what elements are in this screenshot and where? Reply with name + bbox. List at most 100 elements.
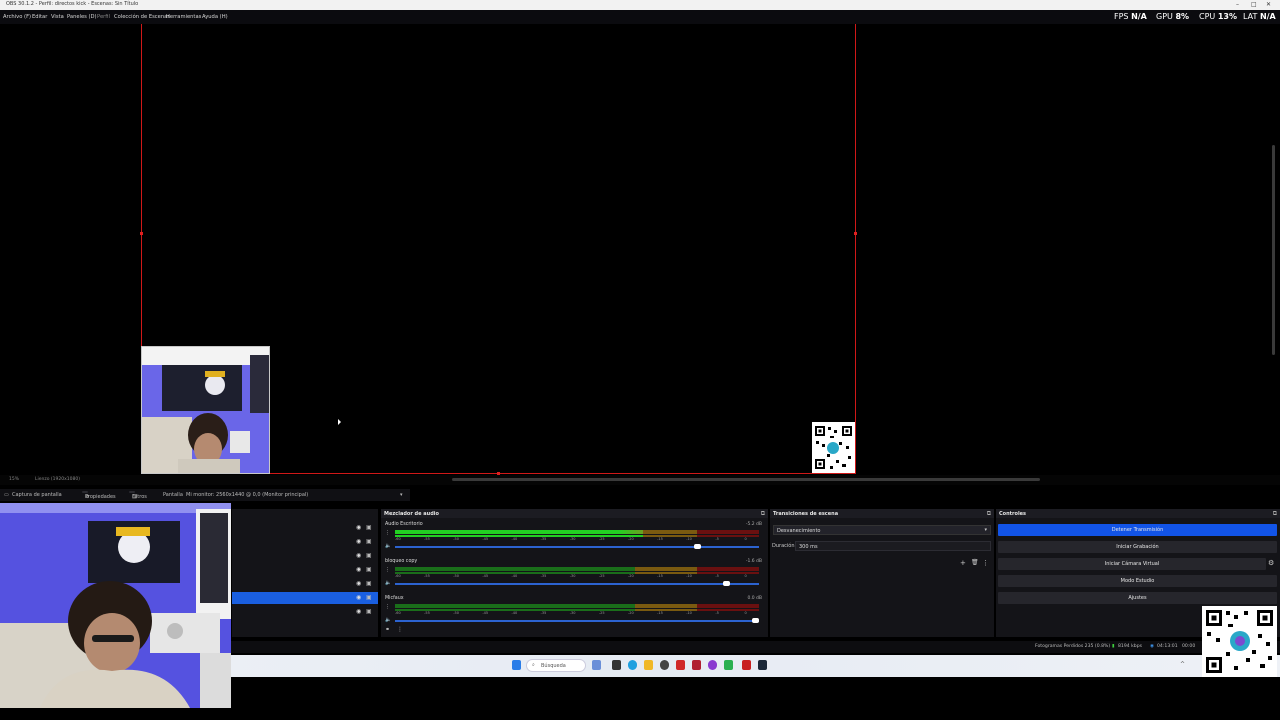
link-icon[interactable]: ⚭: [385, 626, 390, 633]
lock-icon[interactable]: ▣: [366, 566, 372, 573]
stop-streaming-button[interactable]: Detener Transmisión: [998, 524, 1277, 536]
mouse-cursor: [338, 419, 341, 425]
source-row[interactable]: ◉ ▣: [232, 564, 378, 576]
meter-tick-label: -55: [424, 611, 430, 615]
meter-tick-label: -60: [395, 537, 401, 541]
volume-slider[interactable]: [395, 618, 759, 623]
lock-icon[interactable]: ▣: [366, 524, 372, 531]
fps-stat: FPS N/A: [1114, 12, 1147, 21]
meter-tick-label: -45: [482, 537, 489, 541]
menu-ayuda[interactable]: Ayuda (H): [202, 14, 228, 20]
volume-slider-knob[interactable]: [693, 544, 701, 549]
speaker-icon[interactable]: 🔈: [385, 580, 391, 586]
lock-icon[interactable]: ▣: [366, 552, 372, 559]
lock-icon[interactable]: ▣: [366, 580, 372, 587]
properties-button[interactable]: ⚙ Propiedades: [82, 491, 116, 500]
resize-handle[interactable]: [854, 232, 857, 235]
source-row[interactable]: ◉ ▣: [232, 522, 378, 534]
studio-mode-button[interactable]: Modo Estudio: [998, 575, 1277, 587]
taskbar-search[interactable]: ⌕ Búsqueda: [526, 659, 586, 672]
eye-icon[interactable]: ◉: [356, 594, 361, 601]
source-row[interactable]: ◉ ▣: [232, 578, 378, 590]
kebab-menu-icon[interactable]: ⋮: [385, 604, 390, 610]
horizontal-scrollbar[interactable]: [452, 478, 1040, 481]
start-recording-button[interactable]: Iniciar Grabación: [998, 541, 1277, 553]
display-select[interactable]: Mi monitor: 2560x1440 @ 0,0 (Monitor pri…: [186, 492, 308, 498]
source-row[interactable]: ◉ ▣: [232, 536, 378, 548]
volume-slider[interactable]: [395, 581, 759, 586]
meter-scale: -60 -55 -50 -45 -40 -35 -30 -25 -20 -15 -10 -5 0: [395, 574, 759, 579]
source-row-selected[interactable]: ◉ ▣: [232, 592, 378, 604]
maximize-icon[interactable]: □: [1251, 1, 1257, 8]
menu-vista[interactable]: Vista: [51, 14, 64, 20]
zoom-fit[interactable]: Lienzo (1920x1080): [35, 477, 80, 482]
minimize-icon[interactable]: –: [1236, 1, 1239, 8]
vertical-scrollbar[interactable]: [1272, 145, 1275, 355]
menu-paneles[interactable]: Paneles (D): [67, 14, 97, 20]
app-icon[interactable]: [742, 660, 751, 670]
kebab-menu-icon[interactable]: ⋮: [982, 559, 989, 567]
menu-archivo[interactable]: Archivo (F): [3, 14, 31, 20]
app-icon[interactable]: [724, 660, 733, 670]
source-row[interactable]: ◉ ▣: [232, 550, 378, 562]
window-title: OBS 30.1.2 - Perfil: directos kick - Esc…: [6, 1, 139, 7]
meter-tick-label: -60: [395, 611, 401, 615]
add-icon[interactable]: +: [960, 559, 966, 567]
speaker-icon[interactable]: 🔈: [385, 543, 391, 549]
volume-slider-knob[interactable]: [752, 618, 759, 623]
dock-undock-icon[interactable]: ⧉: [987, 510, 991, 518]
volume-slider-knob[interactable]: [722, 581, 730, 586]
obs-icon[interactable]: [660, 660, 669, 670]
webcam-source-preview[interactable]: [141, 346, 270, 474]
gpu-stat: GPU 8%: [1156, 12, 1189, 21]
meter-tick-label: -20: [627, 574, 634, 578]
trash-icon[interactable]: 🗑: [971, 559, 979, 566]
lock-icon[interactable]: ▣: [366, 538, 372, 545]
transition-select[interactable]: Desvanecimiento ▾: [773, 525, 991, 535]
menu-herramientas[interactable]: Herramientas: [166, 14, 201, 20]
menu-perfil[interactable]: Perfil: [97, 14, 110, 20]
menu-editar[interactable]: Editar: [32, 14, 47, 20]
properties-label: Propiedades: [85, 494, 116, 500]
lock-icon[interactable]: ▣: [366, 594, 372, 601]
speaker-icon[interactable]: 🔈: [385, 617, 391, 623]
settings-button[interactable]: Ajustes: [998, 592, 1277, 604]
windows-start-icon[interactable]: [512, 660, 521, 670]
steam-icon[interactable]: [758, 660, 767, 670]
duration-input[interactable]: 300 ms: [795, 541, 991, 551]
kebab-menu-icon[interactable]: ⋮: [385, 530, 390, 536]
kebab-menu-icon[interactable]: ⋮: [385, 567, 390, 573]
eye-icon[interactable]: ◉: [356, 524, 361, 531]
dock-undock-icon[interactable]: ⧉: [761, 510, 765, 518]
widgets-icon[interactable]: [592, 660, 601, 670]
app-icon[interactable]: [692, 660, 701, 670]
start-virtual-camera-button[interactable]: Iniciar Cámara Virtual: [998, 558, 1266, 570]
gear-icon[interactable]: ⚙: [1268, 559, 1274, 567]
chrome-icon[interactable]: [708, 660, 717, 670]
meter-tick-label: -5: [715, 537, 719, 541]
eye-icon[interactable]: ◉: [356, 566, 361, 573]
kebab-menu-icon[interactable]: ⋮: [397, 626, 403, 633]
dock-undock-icon[interactable]: ⧉: [1273, 510, 1277, 518]
channel-db: 0.0 dB: [747, 596, 762, 601]
chevron-up-icon[interactable]: ^: [1180, 661, 1185, 668]
close-icon[interactable]: ✕: [1266, 1, 1271, 8]
menu-coleccion-escenas[interactable]: Colección de Escenas: [114, 14, 170, 20]
resize-handle[interactable]: [140, 232, 143, 235]
zoom-level[interactable]: 15%: [9, 477, 19, 482]
chevron-down-icon[interactable]: ▾: [400, 492, 403, 498]
task-view-icon[interactable]: [612, 660, 621, 670]
eye-icon[interactable]: ◉: [356, 580, 361, 587]
stop-streaming-label: Detener Transmisión: [1111, 527, 1164, 533]
lock-icon[interactable]: ▣: [366, 608, 372, 615]
edge-icon[interactable]: [628, 660, 637, 670]
volume-slider[interactable]: [395, 544, 759, 549]
eye-icon[interactable]: ◉: [356, 552, 361, 559]
antivirus-icon[interactable]: [676, 660, 685, 670]
filters-button[interactable]: ▤ Filtros: [129, 491, 147, 500]
signal-icon: ▮: [1112, 644, 1115, 649]
eye-icon[interactable]: ◉: [356, 608, 361, 615]
file-explorer-icon[interactable]: [644, 660, 653, 670]
eye-icon[interactable]: ◉: [356, 538, 361, 545]
source-row[interactable]: ◉ ▣: [232, 606, 378, 618]
